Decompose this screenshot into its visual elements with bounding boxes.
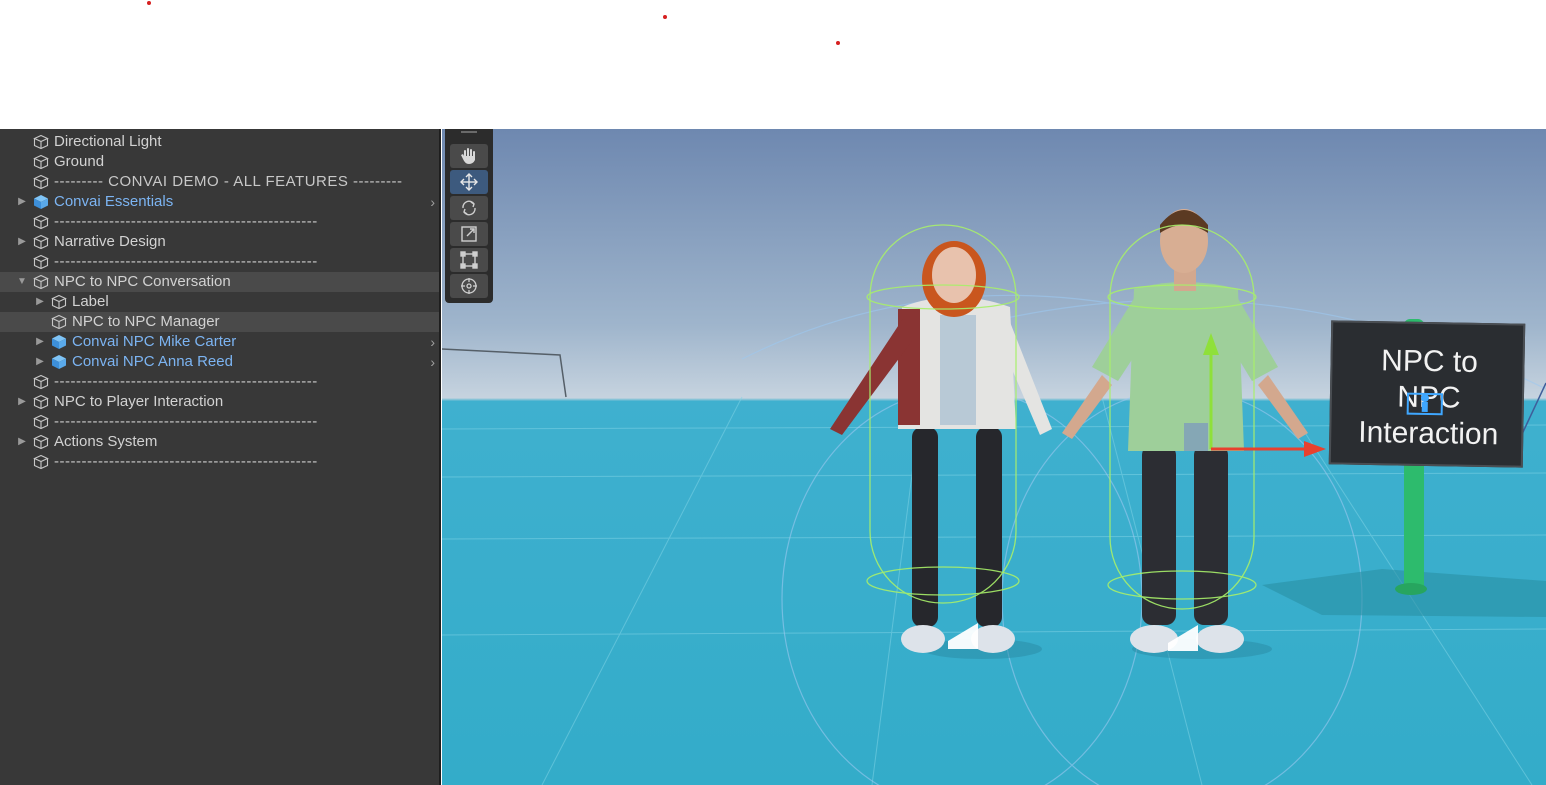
expand-right-arrow-icon[interactable]: ▶ — [16, 232, 28, 252]
gameobject-cube-icon — [51, 294, 67, 310]
hierarchy-item[interactable]: Ground — [0, 152, 439, 172]
hierarchy-item-label: Label — [72, 293, 109, 310]
hierarchy-item-label: --------- CONVAI DEMO - ALL FEATURES ---… — [54, 173, 403, 190]
palette-grip[interactable] — [461, 131, 477, 133]
person-gizmo-icon — [1406, 392, 1444, 416]
chevron-right-icon[interactable]: › — [430, 192, 435, 212]
prefab-cube-icon — [33, 194, 49, 210]
hierarchy-item[interactable]: ▶ NPC to Player Interaction — [0, 392, 439, 412]
hierarchy-item[interactable]: ▶ Convai NPC Mike Carter › — [0, 332, 439, 352]
move-tool-button[interactable] — [450, 170, 488, 194]
gameobject-cube-icon — [33, 374, 49, 390]
hierarchy-item[interactable]: ▶ Label — [0, 292, 439, 312]
gameobject-cube-icon — [33, 234, 49, 250]
hierarchy-item-label: Actions System — [54, 433, 158, 450]
gameobject-cube-icon — [33, 134, 49, 150]
gameobject-cube-icon — [33, 274, 49, 290]
hierarchy-item-label: Ground — [54, 153, 105, 170]
gameobject-cube-icon — [33, 154, 49, 170]
chevron-right-icon[interactable]: › — [430, 332, 435, 352]
hierarchy-item-label: ----------------------------------------… — [54, 413, 318, 430]
hierarchy-item-label: Convai Essentials — [54, 193, 174, 210]
hierarchy-item[interactable]: NPC to NPC Manager — [0, 312, 439, 332]
hierarchy-item[interactable]: ▼ NPC to NPC Conversation — [0, 272, 439, 292]
hierarchy-item-label: ----------------------------------------… — [54, 253, 318, 270]
transform-tool-button[interactable] — [450, 274, 488, 298]
expand-right-arrow-icon[interactable]: ▶ — [16, 432, 28, 452]
npc-anna-reed[interactable] — [830, 241, 1052, 653]
hierarchy-item[interactable]: ▶ Narrative Design — [0, 232, 439, 252]
hierarchy-item-label: Narrative Design — [54, 233, 166, 250]
rect-tool-button[interactable] — [450, 248, 488, 272]
hierarchy-item[interactable]: ----------------------------------------… — [0, 252, 439, 272]
prefab-cube-icon — [51, 354, 67, 370]
expand-right-arrow-icon[interactable]: ▶ — [34, 332, 46, 352]
annotation-dot — [663, 15, 667, 19]
gameobject-cube-icon — [33, 214, 49, 230]
gameobject-cube-icon — [33, 394, 49, 410]
gameobject-cube-icon — [33, 174, 49, 190]
hierarchy-item-label: NPC to NPC Conversation — [54, 273, 231, 290]
hierarchy-item-label: Directional Light — [54, 133, 162, 150]
hierarchy-item-label: NPC to Player Interaction — [54, 393, 224, 410]
gameobject-cube-icon — [33, 254, 49, 270]
hierarchy-item-label: NPC to NPC Manager — [72, 313, 220, 330]
annotation-dot — [836, 41, 840, 45]
scene-tool-palette — [445, 129, 493, 303]
hand-tool-button[interactable] — [450, 144, 488, 168]
hierarchy-item-label: ----------------------------------------… — [54, 373, 318, 390]
hierarchy-item[interactable]: ----------------------------------------… — [0, 452, 439, 472]
gameobject-cube-icon — [33, 454, 49, 470]
hierarchy-item[interactable]: ▶ Actions System — [0, 432, 439, 452]
scale-tool-button[interactable] — [450, 222, 488, 246]
prefab-cube-icon — [51, 334, 67, 350]
chevron-right-icon[interactable]: › — [430, 352, 435, 372]
annotation-dot — [147, 1, 151, 5]
npc-interaction-sign[interactable]: NPC to NPC Interaction — [1328, 320, 1526, 468]
expand-right-arrow-icon[interactable]: ▶ — [16, 392, 28, 412]
hierarchy-item[interactable]: ▶ Convai NPC Anna Reed › — [0, 352, 439, 372]
expand-right-arrow-icon[interactable]: ▶ — [34, 292, 46, 312]
gameobject-cube-icon — [33, 414, 49, 430]
rotate-tool-button[interactable] — [450, 196, 488, 220]
hierarchy-item[interactable]: ----------------------------------------… — [0, 372, 439, 392]
expand-right-arrow-icon[interactable]: ▶ — [34, 352, 46, 372]
hierarchy-item[interactable]: ----------------------------------------… — [0, 412, 439, 432]
hierarchy-item-label: Convai NPC Mike Carter — [72, 333, 237, 350]
hierarchy-item[interactable]: --------- CONVAI DEMO - ALL FEATURES ---… — [0, 172, 439, 192]
gameobject-cube-icon — [51, 314, 67, 330]
gameobject-cube-icon — [33, 434, 49, 450]
expand-down-arrow-icon[interactable]: ▼ — [16, 272, 28, 292]
hierarchy-item[interactable]: Directional Light — [0, 132, 439, 152]
hierarchy-item-label: Convai NPC Anna Reed — [72, 353, 233, 370]
hierarchy-item[interactable]: ▶ Convai Essentials › — [0, 192, 439, 212]
expand-right-arrow-icon[interactable]: ▶ — [16, 192, 28, 212]
hierarchy-item-label: ----------------------------------------… — [54, 213, 318, 230]
hierarchy-item-label: ----------------------------------------… — [54, 453, 318, 470]
hierarchy-item[interactable]: ----------------------------------------… — [0, 212, 439, 232]
hierarchy-panel[interactable]: Directional Light Ground --------- CONVAI … — [0, 129, 441, 785]
